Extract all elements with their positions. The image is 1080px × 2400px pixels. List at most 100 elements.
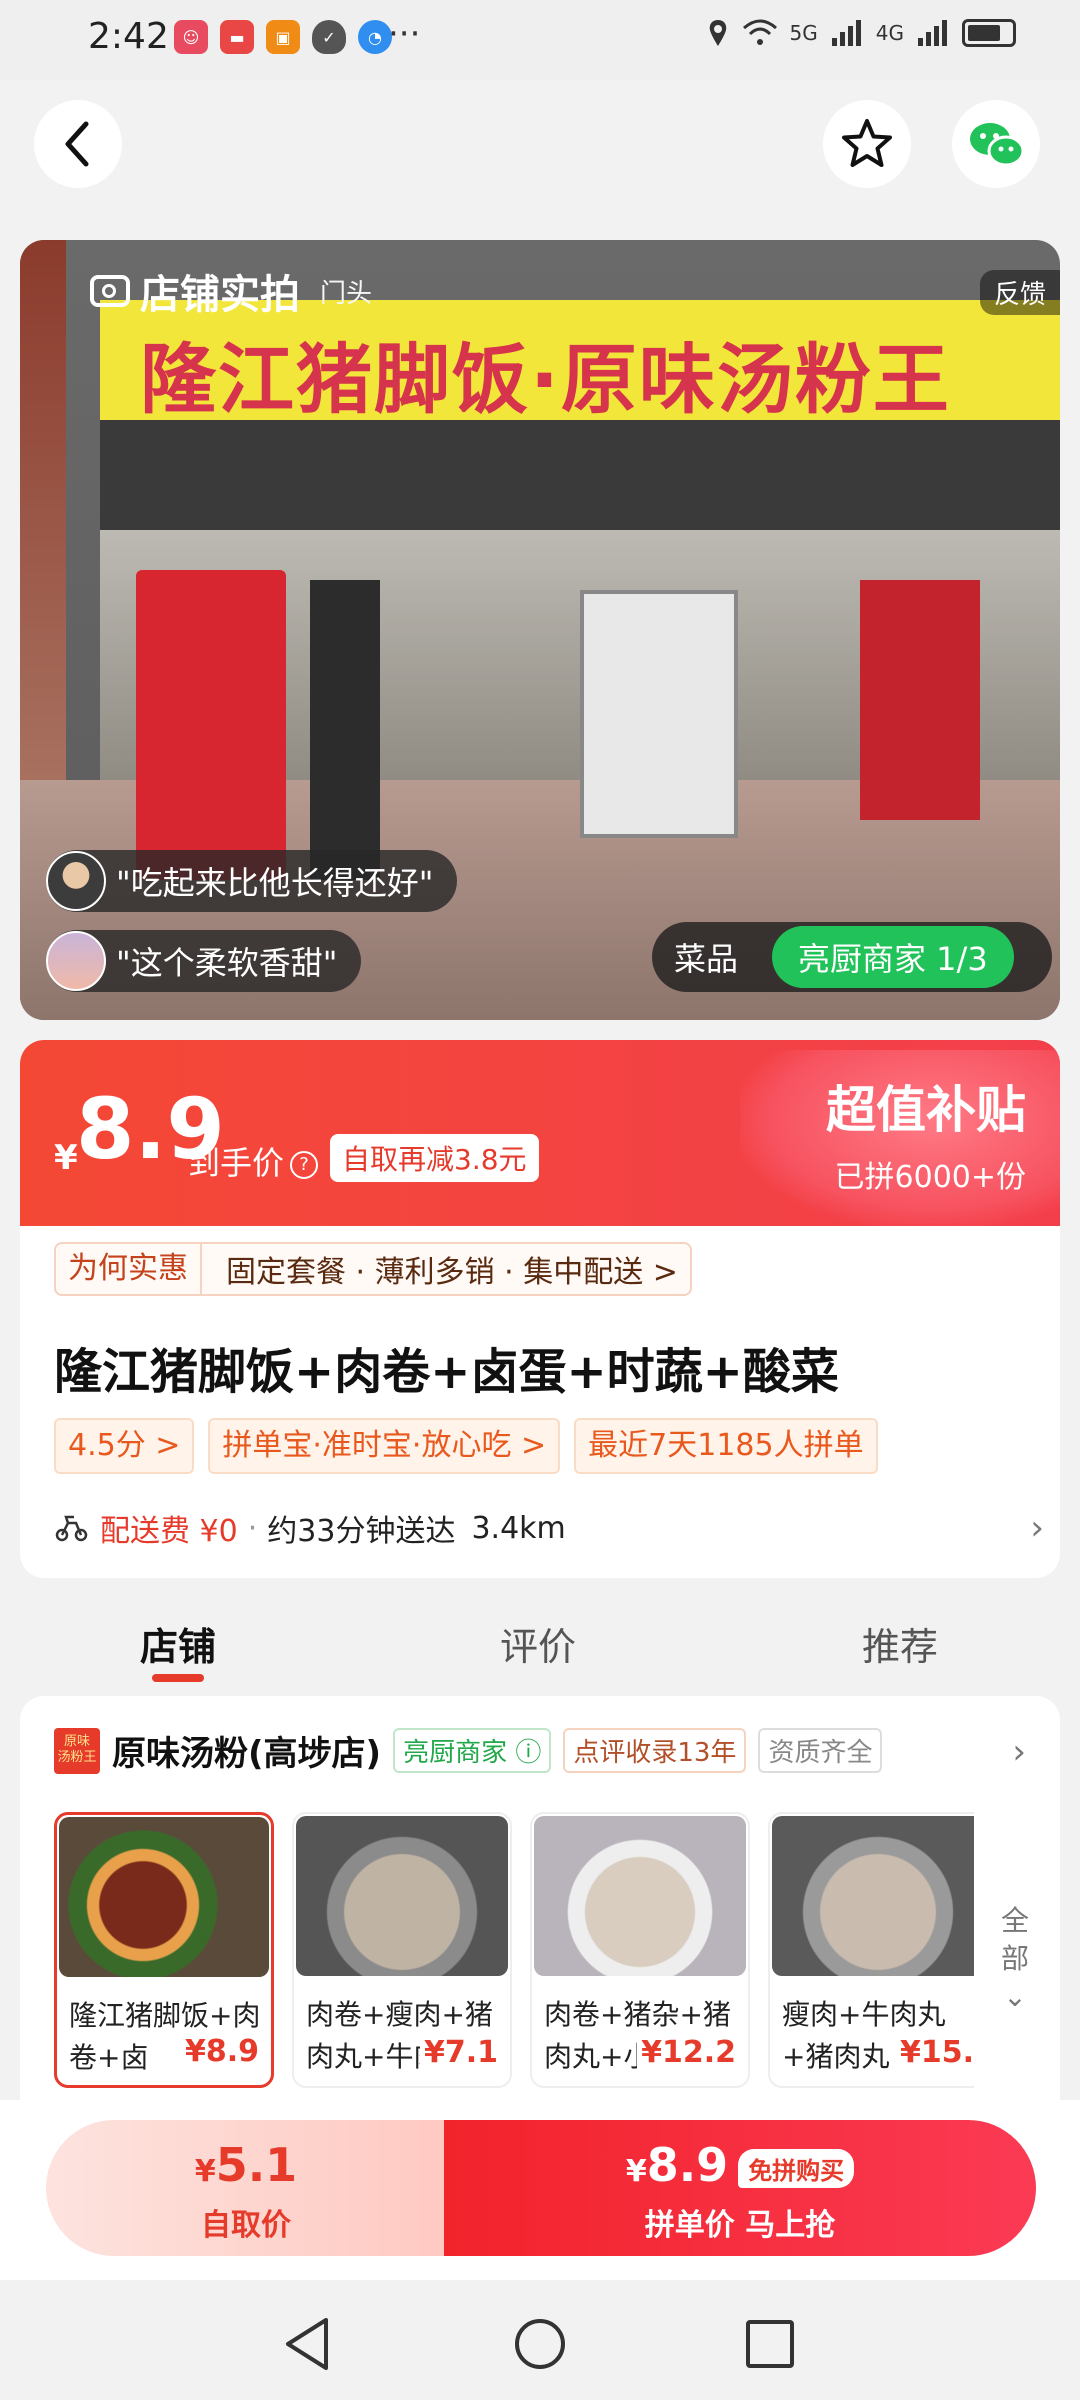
why-cheap-label: 为何实惠 — [56, 1244, 202, 1294]
tab-store[interactable]: 店铺 — [140, 1616, 216, 1671]
product-image — [772, 1816, 974, 1976]
store-header[interactable]: 原味 汤粉王 原味汤粉(高埗店) 亮厨商家 ⓘ 点评收录13年 资质齐全 — [54, 1726, 883, 1775]
back-button[interactable] — [34, 100, 122, 188]
dish-stat-tags: 4.5分 > 拼单宝·准时宝·放心吃 > 最近7天1185人拼单 — [54, 1418, 878, 1474]
chevron-left-icon — [65, 121, 89, 167]
group-buy-button[interactable]: ¥8.9 免拼购买 拼单价 马上抢 — [444, 2120, 1036, 2256]
location-icon — [709, 20, 726, 46]
view-all-label-1: 全 — [1000, 1904, 1029, 1937]
wechat-share-button[interactable] — [952, 100, 1040, 188]
product-card[interactable]: 肉卷+猪杂+猪肉丸+小 ¥12.2 — [530, 1812, 750, 2088]
signal-4g-icon — [918, 20, 947, 46]
wifi-icon — [742, 19, 777, 45]
star-icon — [842, 119, 892, 167]
why-cheap-reasons: 固定套餐 · 薄利多销 · 集中配送 > — [226, 1255, 678, 1290]
product-price: ¥15. — [895, 2035, 974, 2070]
system-nav-bar — [0, 2280, 1080, 2400]
store-signboard-text: 隆江猪脚饭·原味汤粉王 — [140, 335, 951, 424]
no-group-badge: 免拼购买 — [738, 2149, 855, 2188]
photo-tab-dishes[interactable]: 菜品 — [674, 934, 764, 980]
review-years-tag: 点评收录13年 — [563, 1728, 747, 1773]
dish-title: 隆江猪脚饭+肉卷+卤蛋+时蔬+酸菜 — [54, 1344, 839, 1400]
product-card[interactable]: 肉卷+瘦肉+猪肉丸+牛肉 ¥7.1 — [292, 1812, 512, 2088]
nav-recents-button[interactable] — [740, 2314, 800, 2374]
store-card: 原味 汤粉王 原味汤粉(高埗店) 亮厨商家 ⓘ 点评收录13年 资质齐全 › 隆… — [20, 1696, 1060, 2136]
store-logo: 原味 汤粉王 — [54, 1727, 100, 1774]
photo-caption: 店铺实拍 门头 — [90, 262, 372, 320]
status-bar: 2:42 ☺ ▬ ▣ ✓ ◔ ··· 5G 4G — [0, 0, 1080, 80]
square-recents-icon — [746, 2320, 794, 2368]
pickup-discount-badge: 自取再减3.8元 — [330, 1134, 539, 1182]
group-buy-price-value: 8.9 — [646, 2138, 729, 2192]
price-currency: ¥ — [54, 1138, 78, 1178]
separator-dot: · — [247, 1510, 258, 1546]
favorite-button[interactable] — [823, 100, 911, 188]
review-bubble[interactable]: "这个柔软香甜" — [46, 930, 362, 992]
view-all-label-2: 部 — [1000, 1942, 1029, 1975]
product-image — [59, 1817, 269, 1977]
group-buy-price: ¥8.9 免拼购买 — [444, 2138, 1036, 2192]
view-all-products[interactable]: 全 部 ⌄ — [990, 1902, 1040, 2016]
review-bubble-text: "吃起来比他长得还好" — [116, 864, 434, 902]
self-pickup-currency: ¥ — [194, 2154, 216, 2189]
photo-caption-sub: 门头 — [320, 278, 373, 309]
price-banner: ¥ 8.9 到手价? 自取再减3.8元 超值补贴 已拼6000+份 — [20, 1040, 1060, 1226]
avatar — [46, 931, 106, 991]
review-bubble[interactable]: "吃起来比他长得还好" — [46, 850, 458, 912]
photo-tab-kitchen[interactable]: 亮厨商家 1/3 — [772, 926, 1014, 988]
nav-back-button[interactable] — [278, 2314, 338, 2374]
tab-reviews[interactable]: 评价 — [500, 1616, 576, 1671]
notification-circle-icon: ◔ — [358, 20, 392, 54]
group-count-tag: 最近7天1185人拼单 — [574, 1418, 878, 1474]
status-app-icons: ☺ ▬ ▣ ✓ ◔ — [174, 20, 392, 54]
chevron-down-icon: ⌄ — [1003, 1980, 1027, 2013]
notification-taobao-icon: ▣ — [266, 20, 300, 54]
store-name: 原味汤粉(高埗店) — [112, 1734, 382, 1774]
kitchen-verified-tag: 亮厨商家 ⓘ — [393, 1728, 552, 1773]
nav-home-button[interactable] — [510, 2314, 570, 2374]
rating-tag[interactable]: 4.5分 > — [54, 1418, 195, 1474]
feedback-button[interactable]: 反馈 — [979, 270, 1060, 315]
self-pickup-price-value: 5.1 — [215, 2138, 298, 2192]
drinks-fridge — [136, 570, 286, 880]
group-buy-label: 拼单价 马上抢 — [644, 2208, 836, 2243]
guarantee-tag[interactable]: 拼单宝·准时宝·放心吃 > — [208, 1418, 561, 1474]
signal-5g-icon — [831, 20, 861, 46]
drink-crates — [860, 580, 980, 820]
review-bubble-text: "这个柔软香甜" — [116, 944, 338, 982]
product-card[interactable]: 隆江猪脚饭+肉卷+卤 ¥8.9 — [54, 1812, 274, 2088]
qualification-tag: 资质齐全 — [758, 1728, 883, 1773]
notification-huawei-icon: ▬ — [220, 20, 254, 54]
purchase-bar: ¥5.1 自取价 ¥8.9 免拼购买 拼单价 马上抢 — [0, 2100, 1080, 2280]
chevron-right-icon: › — [1030, 1508, 1044, 1548]
product-image — [296, 1816, 508, 1976]
tab-recommend[interactable]: 推荐 — [862, 1616, 938, 1671]
chevron-right-icon[interactable]: › — [1012, 1732, 1026, 1772]
why-cheap-tag[interactable]: 为何实惠 固定套餐 · 薄利多销 · 集中配送 > — [54, 1242, 692, 1296]
self-pickup-price: ¥5.1 — [46, 2138, 446, 2192]
price-label[interactable]: 到手价? — [188, 1138, 319, 1184]
detail-tabs: 店铺 评价 推荐 — [0, 1600, 1080, 1690]
wechat-icon — [970, 123, 1024, 167]
delivery-time: 约33分钟送达 — [267, 1514, 456, 1549]
notification-app-icon: ☺ — [174, 20, 208, 54]
delivery-info-row[interactable]: 配送费 ¥0 · 约33分钟送达 3.4km › — [54, 1506, 1044, 1550]
triangle-back-icon — [286, 2318, 328, 2370]
storefront-ceiling — [100, 420, 1060, 530]
product-price: ¥7.1 — [419, 2035, 498, 2070]
product-price: ¥8.9 — [180, 2034, 259, 2069]
deal-card: ¥ 8.9 到手价? 自取再减3.8元 超值补贴 已拼6000+份 为何实惠 固… — [20, 1040, 1060, 1578]
photo-caption-title: 店铺实拍 — [140, 272, 300, 318]
signal-5g-label: 5G — [789, 21, 818, 45]
store-products: 隆江猪脚饭+肉卷+卤 ¥8.9 肉卷+瘦肉+猪肉丸+牛肉 ¥7.1 肉卷+猪杂+… — [54, 1812, 974, 2092]
circle-home-icon — [515, 2319, 565, 2369]
product-card[interactable]: 瘦肉+牛肉丸+猪肉丸 ¥15. — [768, 1812, 974, 2088]
self-pickup-label: 自取价 — [201, 2208, 291, 2243]
subsidy-sold-count: 已拼6000+份 — [834, 1160, 1026, 1195]
store-photo-carousel[interactable]: 隆江猪脚饭·原味汤粉王 店铺实拍 门头 反馈 "吃起来比他长得还好" "这个柔软… — [20, 240, 1060, 1020]
subsidy-title: 超值补贴 — [826, 1081, 1026, 1139]
self-pickup-button[interactable]: ¥5.1 自取价 — [46, 2120, 446, 2256]
avatar — [46, 851, 106, 911]
delivery-fee: 配送费 ¥0 — [100, 1514, 238, 1549]
battery-icon — [962, 19, 1016, 47]
